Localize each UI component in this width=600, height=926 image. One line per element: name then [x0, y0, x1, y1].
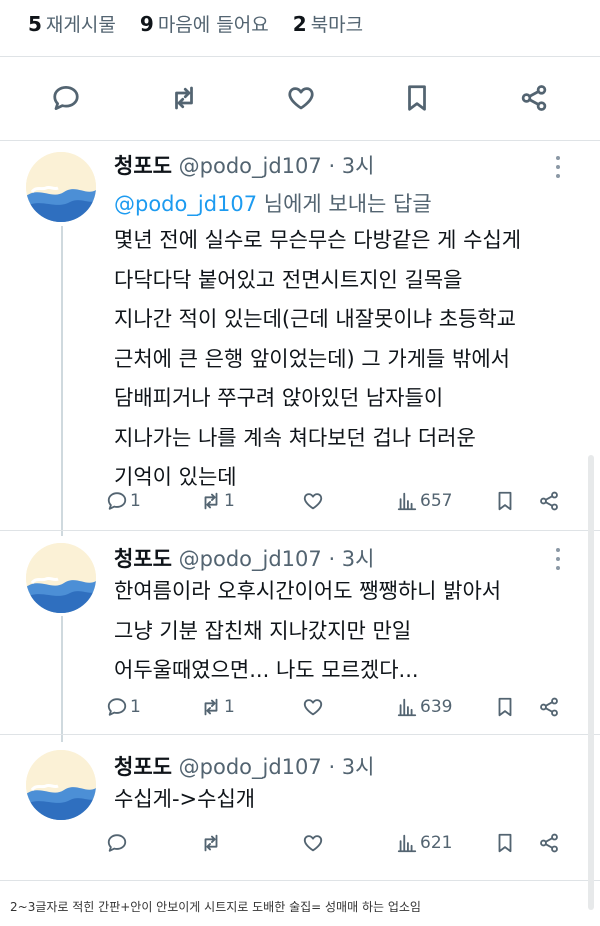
reposts-stat[interactable]: 5 재게시물: [28, 12, 116, 36]
bookmark-button[interactable]: [397, 78, 437, 118]
share-icon: [521, 85, 547, 111]
share-button[interactable]: [538, 692, 560, 722]
repost-icon: [204, 834, 218, 852]
repost-icon: [204, 698, 218, 716]
avatar-image: [26, 750, 96, 820]
divider: [0, 56, 600, 57]
bookmarks-stat[interactable]: 2 북마크: [293, 12, 363, 36]
divider: [0, 880, 600, 881]
reply-text: 한여름이라 오후시간이어도 쨍쨍하니 밝아서 그냥 기분 잡친채 지나갔지만 만…: [114, 579, 502, 682]
share-button[interactable]: [538, 828, 560, 858]
views-button[interactable]: 639: [396, 692, 452, 722]
reply-header: 청포도 @podo_jd107 · 3시: [114, 543, 375, 573]
reply-header: 청포도 @podo_jd107 · 3시: [114, 150, 375, 180]
share-button[interactable]: [514, 78, 554, 118]
timestamp[interactable]: · 3시: [328, 154, 374, 178]
avatar[interactable]: [26, 750, 96, 820]
bookmark-button[interactable]: [494, 692, 516, 722]
like-button[interactable]: [302, 828, 324, 858]
like-button[interactable]: [302, 486, 324, 516]
heart-icon: [303, 699, 323, 716]
thread-line: [61, 616, 63, 742]
share-button[interactable]: [538, 486, 560, 516]
bookmark-icon: [498, 697, 512, 717]
heart-icon: [288, 87, 314, 110]
share-icon: [540, 833, 558, 853]
image-caption: 2~3글자로 적힌 간판+안이 안보이게 시트지로 도배한 술집= 성매매 하는…: [10, 900, 421, 914]
heart-icon: [303, 835, 323, 852]
likes-stat[interactable]: 9 마음에 들어요: [140, 12, 269, 36]
mention-link[interactable]: @podo_jd107: [114, 192, 257, 216]
engagement-stats: 5 재게시물 9 마음에 들어요 2 북마크: [28, 10, 381, 37]
reply-text: 몇년 전에 실수로 무슨무슨 다방같은 게 수십게 다닥다닥 붙어있고 전면시트…: [114, 228, 522, 489]
like-button[interactable]: [281, 78, 321, 118]
repost-icon: [204, 492, 218, 510]
heart-icon: [303, 493, 323, 510]
reply-icon: [107, 698, 127, 716]
analytics-icon: [397, 492, 417, 511]
bookmark-icon: [498, 491, 512, 511]
reply-actions: 1 1 639: [106, 692, 576, 722]
main-action-bar: [0, 78, 600, 118]
repost-button[interactable]: 1: [200, 486, 235, 516]
replying-to: @podo_jd107 님에게 보내는 답글: [114, 192, 432, 216]
handle[interactable]: @podo_jd107: [179, 755, 322, 779]
avatar[interactable]: [26, 543, 96, 613]
reply-button[interactable]: 1: [106, 692, 141, 722]
analytics-icon: [397, 698, 417, 717]
reply-button[interactable]: 1: [106, 486, 141, 516]
views-button[interactable]: 621: [396, 828, 452, 858]
share-icon: [540, 491, 558, 511]
more-options-button[interactable]: [552, 156, 564, 178]
reply-button[interactable]: [106, 828, 128, 858]
share-icon: [540, 697, 558, 717]
avatar-image: [26, 152, 96, 222]
reply-button[interactable]: [46, 78, 86, 118]
timestamp[interactable]: · 3시: [328, 755, 374, 779]
repost-button[interactable]: 1: [200, 692, 235, 722]
more-options-button[interactable]: [552, 548, 564, 570]
display-name[interactable]: 청포도: [114, 755, 172, 779]
divider: [0, 530, 600, 531]
divider: [0, 734, 600, 735]
reply-icon: [107, 834, 127, 852]
reply-header: 청포도 @podo_jd107 · 3시: [114, 751, 375, 781]
display-name[interactable]: 청포도: [114, 154, 172, 178]
bookmark-icon: [408, 85, 426, 111]
timestamp[interactable]: · 3시: [328, 547, 374, 571]
bookmark-icon: [498, 833, 512, 853]
divider: [0, 140, 600, 141]
repost-button[interactable]: [200, 828, 222, 858]
handle[interactable]: @podo_jd107: [179, 154, 322, 178]
analytics-icon: [397, 834, 417, 853]
reply-icon: [107, 492, 127, 510]
repost-icon: [175, 86, 193, 110]
handle[interactable]: @podo_jd107: [179, 547, 322, 571]
reply-actions: 1 1 657: [106, 486, 576, 516]
thread-line: [61, 226, 63, 536]
bookmark-button[interactable]: [494, 828, 516, 858]
avatar-image: [26, 543, 96, 613]
reply-text: 수십게->수십개: [114, 787, 256, 811]
bookmark-button[interactable]: [494, 486, 516, 516]
display-name[interactable]: 청포도: [114, 547, 172, 571]
repost-button[interactable]: [164, 78, 204, 118]
scrollbar[interactable]: [588, 455, 594, 910]
reply-actions: 621: [106, 828, 576, 858]
avatar[interactable]: [26, 152, 96, 222]
views-button[interactable]: 657: [396, 486, 452, 516]
reply-icon: [53, 86, 79, 110]
like-button[interactable]: [302, 692, 324, 722]
